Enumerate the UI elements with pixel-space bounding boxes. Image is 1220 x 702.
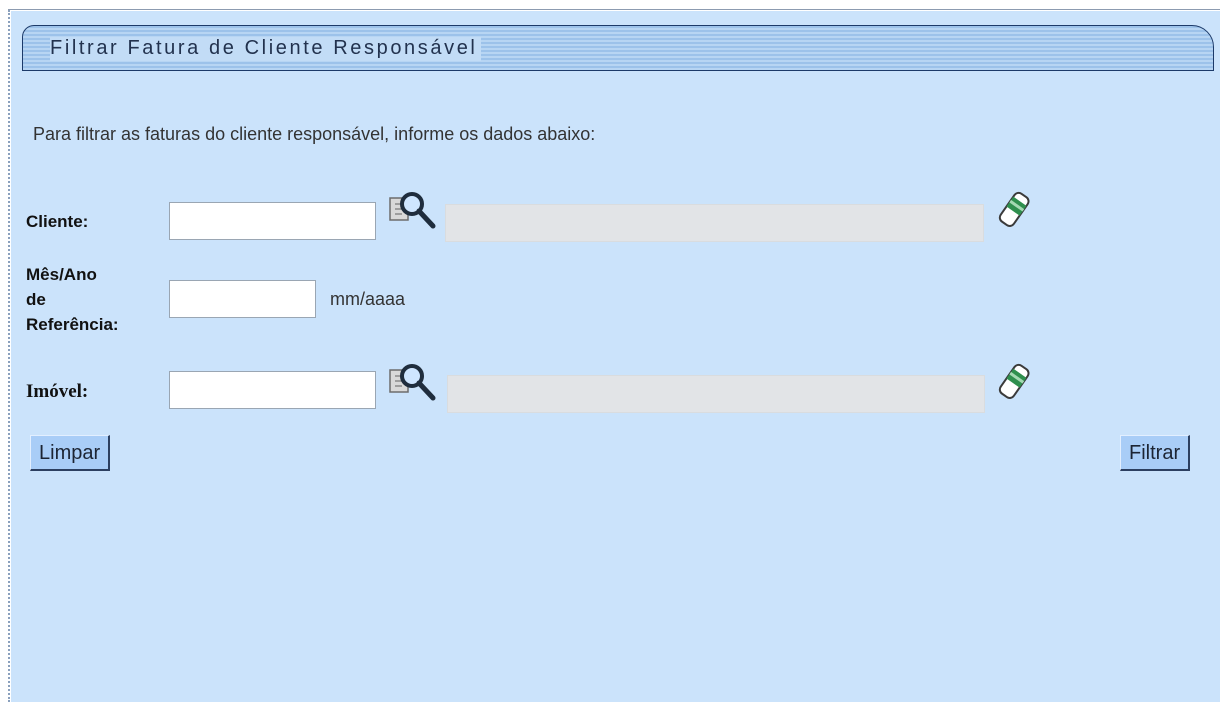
filter-panel <box>11 11 1220 702</box>
page-title: Filtrar Fatura de Cliente Responsável <box>50 37 482 61</box>
cliente-input[interactable] <box>169 202 376 240</box>
referencia-format-hint: mm/aaaa <box>330 289 406 309</box>
imovel-input[interactable] <box>169 371 376 409</box>
referencia-input[interactable] <box>169 280 316 318</box>
imovel-label: Imóvel: <box>26 381 89 402</box>
referencia-label: Mês/Ano de Referência: <box>26 262 119 337</box>
title-tab: Filtrar Fatura de Cliente Responsável <box>22 25 1214 71</box>
top-border <box>8 9 1220 10</box>
limpar-button[interactable]: Limpar <box>30 435 111 471</box>
imovel-clear-eraser-icon[interactable] <box>998 362 1032 402</box>
referencia-label-line1: Mês/Ano <box>26 265 97 284</box>
intro-text: Para filtrar as faturas do cliente respo… <box>33 124 596 144</box>
cliente-clear-eraser-icon[interactable] <box>998 190 1032 230</box>
referencia-label-line2: de <box>26 290 46 309</box>
referencia-label-line3: Referência: <box>26 315 119 334</box>
cliente-name-field <box>445 204 984 242</box>
imovel-name-field <box>447 375 985 413</box>
cliente-label: Cliente: <box>26 212 89 231</box>
imovel-search-icon[interactable] <box>386 360 438 404</box>
filtrar-button[interactable]: Filtrar <box>1120 435 1191 471</box>
cliente-search-icon[interactable] <box>386 188 438 232</box>
